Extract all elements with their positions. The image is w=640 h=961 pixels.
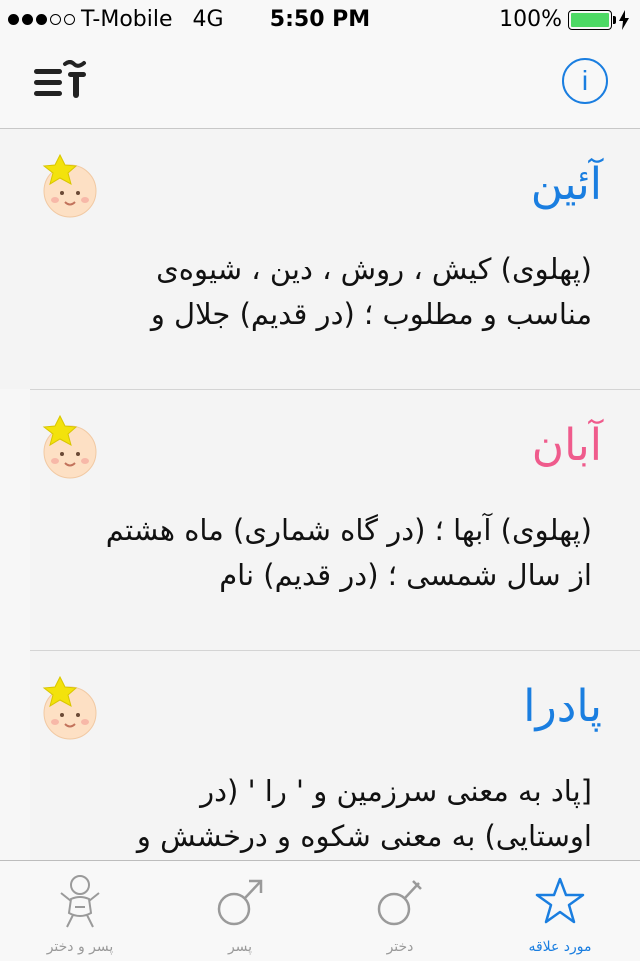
battery-percent: 100% [499,7,562,32]
charging-icon [619,9,629,30]
tab-label: دختر [386,939,414,955]
navigation-bar: i [0,40,640,129]
list-item[interactable]: آئین (پهلوی) کیش ، روش ، دین ، شیوه‌ی من… [0,129,640,389]
names-list[interactable]: آئین (پهلوی) کیش ، روش ، دین ، شیوه‌ی من… [0,129,640,860]
tab-girl[interactable]: دختر [320,861,480,961]
list-item[interactable]: پادرا [پاد به معنی سرزمین و ' را ' (در ا… [30,650,640,860]
tab-favorites[interactable]: مورد علاقه [480,861,640,961]
baby-face-icon [42,153,97,218]
battery-icon [568,9,616,30]
name-description: (پهلوی) آبها ؛ (در گاه شماری) ماه هشتم ا… [105,513,592,592]
baby-face-icon [42,414,97,479]
name-title: پادرا [523,681,602,732]
tab-all[interactable]: پسر و دختر [0,861,160,961]
menu-icon[interactable] [32,60,92,104]
tab-label: پسر [227,939,253,955]
status-bar: T-Mobile 4G 5:50 PM 100% [0,0,640,40]
tab-boy[interactable]: پسر [160,861,320,961]
list-item[interactable]: آبان (پهلوی) آبها ؛ (در گاه شماری) ماه ه… [30,389,640,650]
baby-icon [60,875,100,928]
name-title: آئین [530,159,602,210]
female-icon [377,880,422,926]
tab-bar: پسر و دختر پسر دختر مورد علاقه [0,860,640,961]
name-title: آبان [531,420,602,471]
name-description: [پاد به معنی سرزمین و ' را ' (در اوستایی… [136,774,592,853]
tab-label: مورد علاقه [528,939,592,955]
battery-area: 100% [499,7,630,32]
name-description: (پهلوی) کیش ، روش ، دین ، شیوه‌ی مناسب و… [150,252,592,331]
info-button[interactable]: i [562,58,608,104]
tab-label: پسر و دختر [46,939,114,955]
star-icon [535,877,585,924]
male-icon [217,879,263,926]
baby-face-icon [42,675,97,740]
